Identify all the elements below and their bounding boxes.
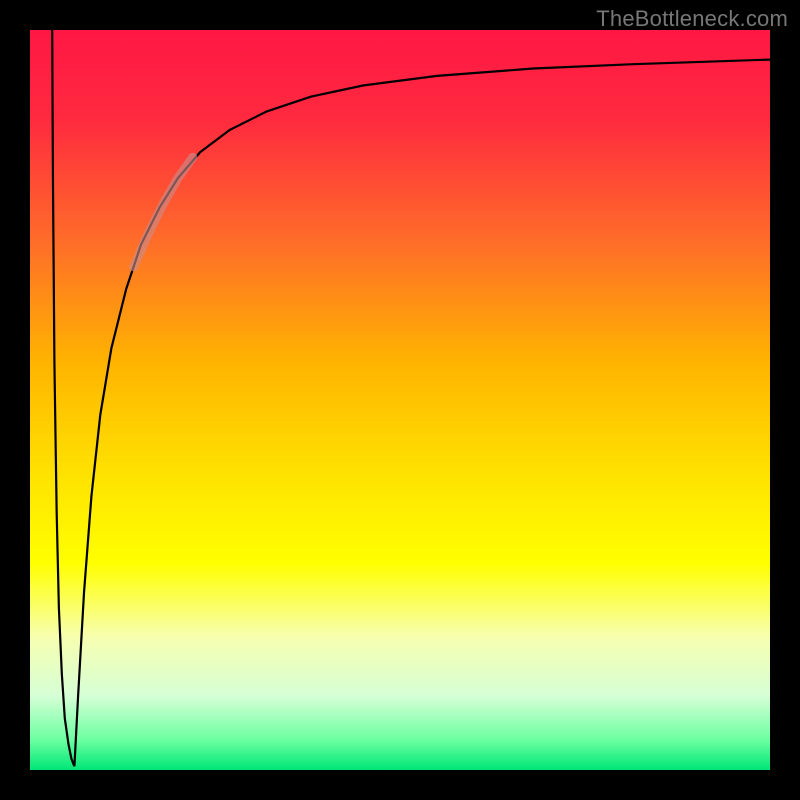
plot-area [30, 30, 770, 770]
watermark-text: TheBottleneck.com [596, 6, 788, 32]
chart-svg [30, 30, 770, 770]
chart-container: TheBottleneck.com [0, 0, 800, 800]
gradient-background [30, 30, 770, 770]
